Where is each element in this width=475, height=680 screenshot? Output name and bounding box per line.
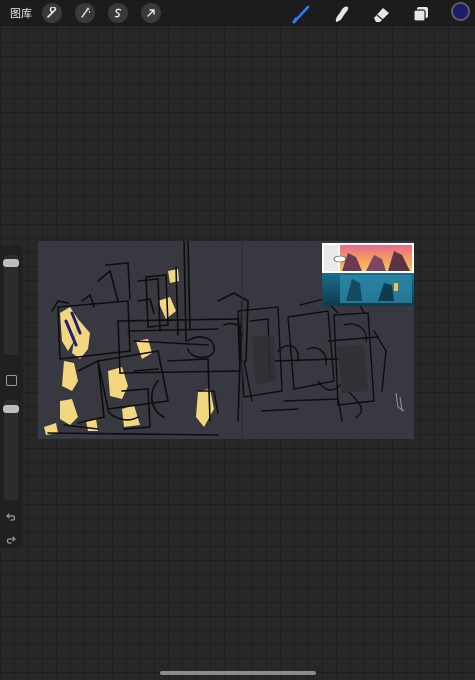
left-sidebar xyxy=(0,245,23,548)
layers-icon[interactable] xyxy=(410,3,432,25)
brush-icon[interactable] xyxy=(291,3,313,25)
eraser-icon[interactable] xyxy=(370,3,392,25)
top-toolbar: 图库 xyxy=(0,0,475,26)
opacity-slider-thumb[interactable] xyxy=(3,405,19,413)
opacity-slider[interactable] xyxy=(4,400,18,500)
reference-image[interactable] xyxy=(322,243,414,306)
gallery-button[interactable]: 图库 xyxy=(10,5,32,21)
modify-button[interactable] xyxy=(6,375,17,386)
brush-size-slider[interactable] xyxy=(4,255,18,355)
drawing-canvas[interactable] xyxy=(38,241,414,439)
magic-wand-icon[interactable] xyxy=(75,3,95,23)
brush-size-slider-thumb[interactable] xyxy=(3,259,19,267)
wrench-icon[interactable] xyxy=(42,3,62,23)
selection-icon[interactable] xyxy=(108,3,128,23)
transform-arrow-icon[interactable] xyxy=(141,3,161,23)
undo-icon[interactable] xyxy=(5,508,17,521)
smudge-icon[interactable] xyxy=(330,3,352,25)
home-indicator[interactable] xyxy=(160,671,316,675)
color-picker-button[interactable] xyxy=(451,2,470,21)
redo-icon[interactable] xyxy=(5,531,17,544)
